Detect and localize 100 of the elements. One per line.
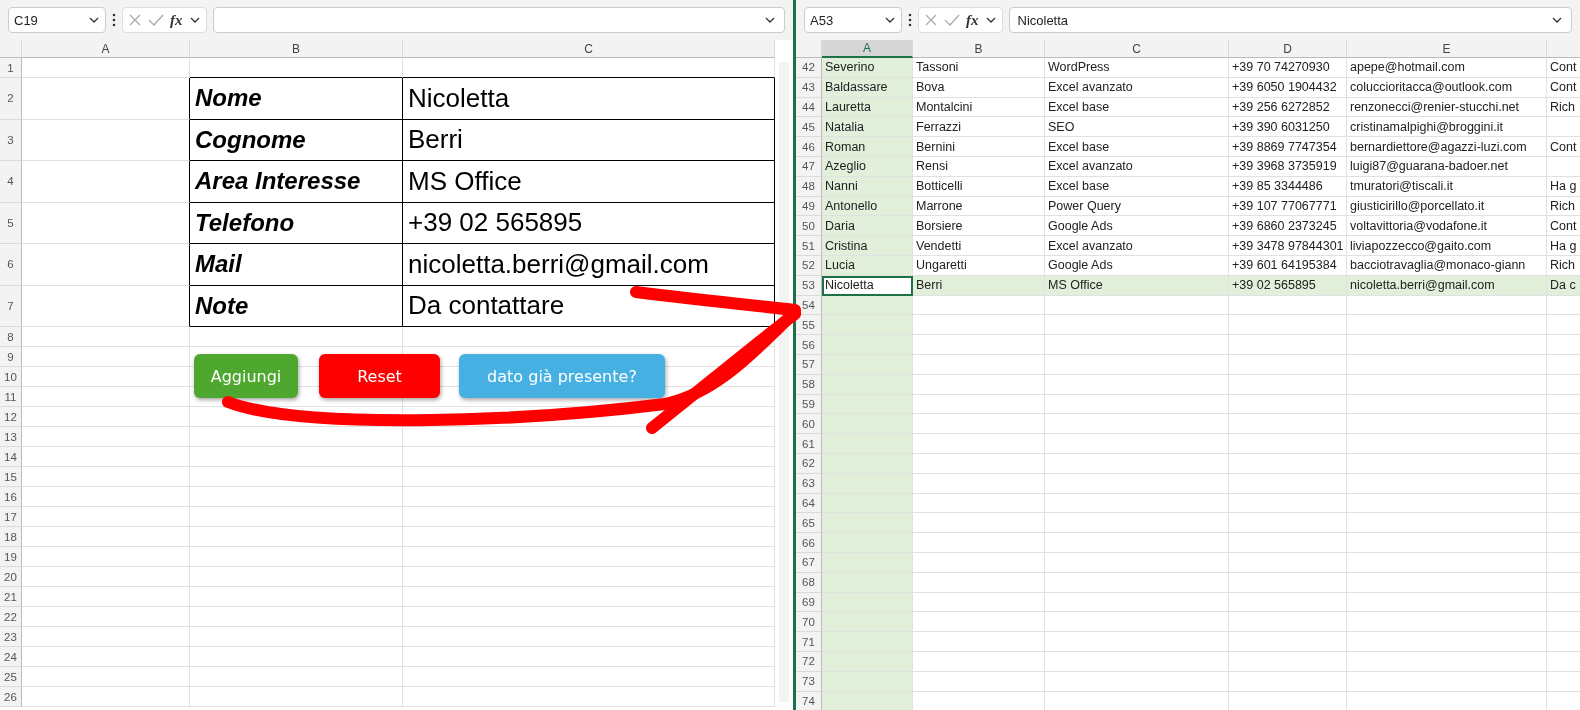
table-cell[interactable] — [22, 119, 190, 161]
row-header[interactable]: 49 — [796, 196, 822, 217]
row-header[interactable]: 22 — [0, 607, 22, 627]
cancel-icon[interactable] — [128, 13, 142, 27]
table-cell[interactable]: Antonello — [822, 196, 913, 217]
table-cell[interactable] — [22, 161, 190, 203]
insert-function-button[interactable]: fx — [170, 11, 183, 29]
table-cell[interactable]: Ungaretti — [913, 255, 1045, 276]
table-cell[interactable]: Area Interesse — [190, 161, 403, 203]
row-header[interactable]: 17 — [0, 507, 22, 527]
table-cell[interactable]: +39 390 6031250 — [1229, 117, 1347, 138]
row-header[interactable]: 72 — [796, 651, 822, 672]
table-cell[interactable] — [22, 285, 190, 327]
row-header[interactable]: 11 — [0, 387, 22, 407]
table-cell[interactable]: Excel base — [1045, 137, 1229, 157]
select-all-button[interactable] — [0, 40, 22, 58]
table-cell[interactable]: Cont — [1547, 216, 1580, 237]
table-cell[interactable]: MS Office — [1045, 275, 1229, 296]
row-header[interactable]: 70 — [796, 612, 822, 633]
table-cell[interactable]: Botticelli — [913, 176, 1045, 197]
table-cell[interactable]: bacciotravaglia@monaco-giann — [1347, 255, 1547, 276]
table-cell[interactable]: Excel avanzato — [1045, 77, 1229, 98]
table-cell[interactable]: Nanni — [822, 176, 913, 197]
row-header[interactable]: 53 — [796, 275, 822, 296]
table-cell[interactable]: Cont — [1547, 137, 1580, 157]
column-header[interactable]: D — [1229, 40, 1347, 58]
table-cell[interactable]: Berri — [403, 119, 775, 161]
row-header[interactable]: 62 — [796, 453, 822, 474]
table-cell[interactable]: Excel base — [1045, 176, 1229, 197]
name-box[interactable]: A53 — [804, 7, 902, 33]
table-cell[interactable]: Cognome — [190, 119, 403, 161]
table-cell[interactable]: Excel base — [1045, 97, 1229, 118]
table-cell[interactable]: +39 107 77067771 — [1229, 196, 1347, 217]
row-header[interactable]: 46 — [796, 137, 822, 157]
table-cell[interactable]: Azeglio — [822, 157, 913, 177]
row-header[interactable]: 1 — [0, 58, 22, 78]
table-cell[interactable]: renzonecci@renier-stucchi.net — [1347, 97, 1547, 118]
row-header[interactable]: 24 — [0, 647, 22, 667]
row-header[interactable]: 13 — [0, 427, 22, 447]
table-cell[interactable]: tmuratori@tiscali.it — [1347, 176, 1547, 197]
row-header[interactable]: 52 — [796, 255, 822, 276]
row-header[interactable]: 65 — [796, 513, 822, 534]
table-cell[interactable]: Power Query — [1045, 196, 1229, 217]
column-header[interactable]: A — [22, 40, 190, 58]
row-header[interactable]: 66 — [796, 533, 822, 553]
table-cell[interactable]: Severino — [822, 58, 913, 78]
row-header[interactable]: 9 — [0, 347, 22, 367]
table-cell[interactable]: MS Office — [403, 161, 775, 203]
table-cell[interactable]: apepe@hotmail.com — [1347, 58, 1547, 78]
column-header[interactable]: C — [1045, 40, 1229, 58]
table-cell[interactable]: Ha g — [1547, 176, 1580, 197]
table-cell[interactable]: Rich — [1547, 255, 1580, 276]
table-cell[interactable]: Nome — [190, 78, 403, 120]
table-cell[interactable]: nicoletta.berri@gmail.com — [403, 244, 775, 286]
row-header[interactable]: 59 — [796, 394, 822, 415]
table-cell[interactable]: liviapozzecco@gaito.com — [1347, 236, 1547, 256]
row-header[interactable]: 58 — [796, 374, 822, 395]
row-header[interactable]: 42 — [796, 58, 822, 78]
table-cell[interactable]: Rich — [1547, 97, 1580, 118]
table-cell[interactable]: +39 02 565895 — [403, 202, 775, 244]
row-header[interactable]: 26 — [0, 687, 22, 707]
row-header[interactable]: 60 — [796, 414, 822, 435]
row-header[interactable]: 45 — [796, 117, 822, 138]
row-header[interactable]: 12 — [0, 407, 22, 427]
table-cell[interactable]: SEO — [1045, 117, 1229, 138]
row-header[interactable]: 6 — [0, 244, 22, 286]
row-header[interactable]: 44 — [796, 97, 822, 118]
table-cell[interactable] — [22, 244, 190, 286]
row-header[interactable]: 51 — [796, 236, 822, 256]
table-cell[interactable]: WordPress — [1045, 58, 1229, 78]
table-cell[interactable]: Vendetti — [913, 236, 1045, 256]
table-cell[interactable]: +39 02 565895 — [1229, 275, 1347, 296]
row-header[interactable]: 69 — [796, 592, 822, 613]
select-all-button[interactable] — [796, 40, 822, 58]
row-header[interactable]: 23 — [0, 627, 22, 647]
table-cell[interactable]: nicoletta.berri@gmail.com — [1347, 275, 1547, 296]
row-header[interactable]: 57 — [796, 354, 822, 375]
column-header[interactable]: C — [403, 40, 775, 58]
row-header[interactable]: 50 — [796, 216, 822, 237]
table-cell[interactable]: Berri — [913, 275, 1045, 296]
row-header[interactable]: 55 — [796, 315, 822, 336]
table-cell[interactable]: Google Ads — [1045, 216, 1229, 237]
scrollbar[interactable] — [779, 62, 789, 702]
more-options-icon[interactable] — [908, 13, 912, 27]
row-header[interactable]: 71 — [796, 632, 822, 652]
name-box[interactable]: C19 — [8, 7, 106, 33]
table-cell[interactable]: Marrone — [913, 196, 1045, 217]
row-header[interactable]: 15 — [0, 467, 22, 487]
table-cell[interactable]: Borsiere — [913, 216, 1045, 237]
table-cell[interactable]: cristinamalpighi@broggini.it — [1347, 117, 1547, 138]
table-cell[interactable]: Rich — [1547, 196, 1580, 217]
row-header[interactable]: 43 — [796, 77, 822, 98]
table-cell[interactable]: Natalia — [822, 117, 913, 138]
table-cell[interactable]: Da contattare — [403, 285, 775, 327]
table-cell[interactable]: bernardiettore@agazzi-luzi.com — [1347, 137, 1547, 157]
table-cell[interactable]: Cont — [1547, 58, 1580, 78]
row-header[interactable]: 20 — [0, 567, 22, 587]
row-header[interactable]: 14 — [0, 447, 22, 467]
formula-field[interactable]: Nicoletta — [1008, 7, 1572, 33]
row-header[interactable]: 61 — [796, 434, 822, 454]
